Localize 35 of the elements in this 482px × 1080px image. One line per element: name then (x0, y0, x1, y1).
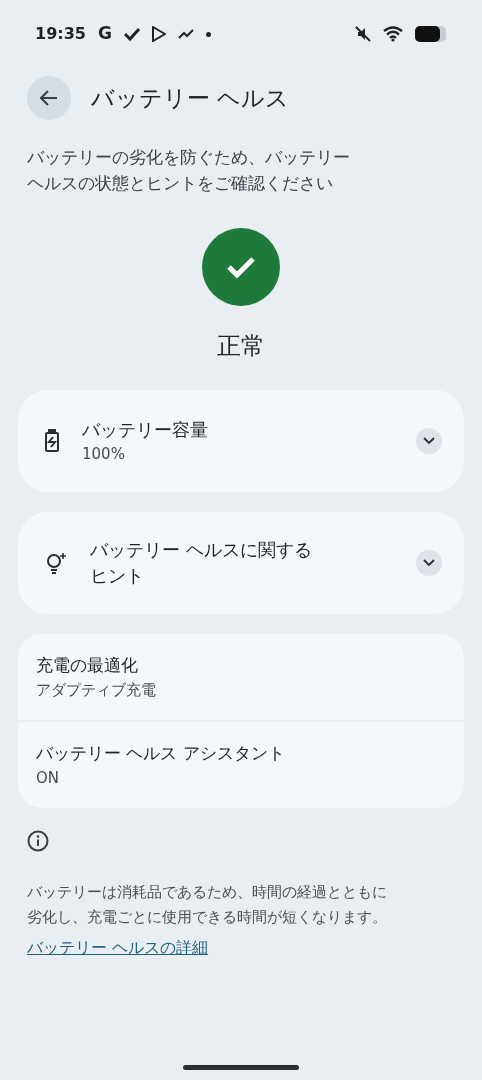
page-title: バッテリー ヘルス (91, 83, 290, 113)
trend-icon (177, 29, 194, 39)
card-title: バッテリー容量 (82, 417, 209, 442)
checkmark-icon (226, 255, 256, 279)
wifi-icon (383, 26, 403, 42)
setting-title: 充電の最適化 (36, 654, 139, 677)
page-description: バッテリーの劣化を防ぐため、バッテリーヘルスの状態とヒントをご確認ください (27, 146, 351, 195)
setting-value: アダプティブ充電 (36, 679, 157, 701)
mute-icon (355, 26, 371, 42)
settings-item[interactable]: バッテリー ヘルス アシスタント ON (18, 722, 464, 808)
battery-charging-icon (44, 429, 60, 453)
settings-item[interactable]: 充電の最適化 アダプティブ充電 (18, 634, 464, 720)
status-label: 正常 (217, 331, 265, 362)
expand-button[interactable] (416, 550, 442, 576)
battery-icon (415, 26, 447, 42)
lightbulb-icon (44, 551, 68, 575)
back-button[interactable] (27, 76, 71, 120)
chevron-icon (423, 559, 435, 567)
card-title: バッテリー ヘルスに関するヒント (90, 538, 313, 588)
play-icon (151, 26, 166, 42)
setting-value: ON (36, 767, 61, 789)
expand-button[interactable] (416, 428, 442, 454)
checkmark-icon (123, 27, 140, 41)
status-time: 19:35 (35, 23, 86, 45)
details-link[interactable]: バッテリー ヘルスの詳細 (27, 938, 209, 957)
chevron-icon (423, 437, 435, 445)
back-arrow-icon (40, 89, 58, 107)
expandable-card[interactable]: バッテリー ヘルスに関するヒント (18, 512, 464, 614)
setting-title: バッテリー ヘルス アシスタント (36, 742, 286, 765)
card-subtitle: 100% (82, 443, 126, 465)
app-letter-icon: G (97, 21, 112, 47)
battery-note: バッテリーは消耗品であるため、時間の経過とともに劣化し、充電ごとに使用できる時間が短くなります。 (27, 882, 388, 928)
expandable-card[interactable]: バッテリー容量 100% (18, 390, 464, 492)
info-icon (27, 830, 49, 852)
dot-icon (205, 31, 211, 37)
